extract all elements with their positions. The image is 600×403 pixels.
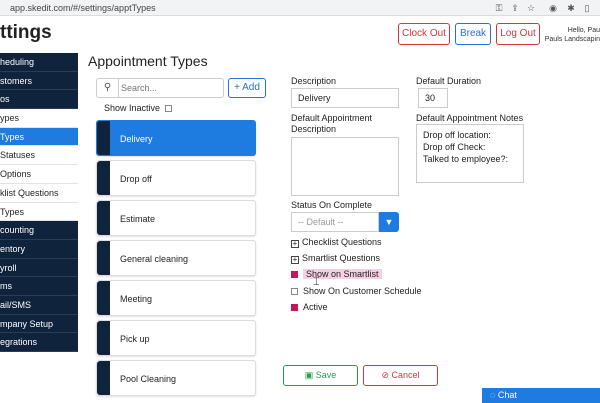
show-on-customer-schedule-label: Show On Customer Schedule [303,286,422,296]
description-label: Description [291,76,337,86]
show-on-customer-schedule-row[interactable]: Show On Customer Schedule [291,286,422,297]
search-box: ⚲ [96,78,224,98]
duration-label: Default Duration [416,76,482,86]
search-input[interactable] [121,81,221,95]
sidebar-item-integrations[interactable]: egrations [0,333,78,352]
puzzle-icon[interactable]: ✱ [566,3,576,13]
sidebar-item-checklist-questions[interactable]: klist Questions [0,183,78,203]
duration-field[interactable]: 30 [418,88,448,108]
sidebar-item-accounting[interactable]: counting [0,221,78,240]
sidepanel-icon[interactable]: ▯ [582,3,592,13]
greeting-name: Hello, Pau [567,27,600,34]
chevron-down-icon[interactable]: ▼ [379,212,399,232]
sidebar-item-scheduling[interactable]: heduling [0,53,78,72]
notes-line: Talked to employee?: [423,154,509,164]
status-on-complete-label: Status On Complete [291,200,373,210]
type-item-drop-off[interactable]: Drop off [96,160,256,196]
sidebar-item-statuses[interactable]: Statuses [0,146,78,166]
show-inactive-toggle[interactable]: Show Inactive [104,103,172,113]
checklist-questions-toggle[interactable]: + Checklist Questions [291,237,382,248]
type-label: Delivery [120,134,153,144]
break-button[interactable]: Break [455,23,491,45]
appointment-description-label: Default Appointment Description [291,113,373,134]
section-title: Appointment Types [88,53,208,69]
type-item-delivery[interactable]: Delivery [96,120,256,156]
active-checkbox[interactable] [291,304,298,311]
type-label: Pool Cleaning [120,374,177,384]
log-out-button[interactable]: Log Out [496,23,540,45]
show-inactive-checkbox[interactable] [164,105,172,113]
user-greeting[interactable]: Hello, Pau Pauls Landscapin [545,26,600,44]
sidebar-item-appointment-types[interactable]: Types [0,127,78,147]
type-label: General cleaning [120,254,189,264]
show-on-smartlist-row[interactable]: Show on Smartlist [291,269,382,280]
save-icon: ▣ [304,370,316,380]
share-icon[interactable]: ⇪ [510,3,520,13]
status-select[interactable]: -- Default -- [291,212,379,232]
browser-address-bar[interactable]: app.skedit.com/#/settings/apptTypes ⚿ ⇪ … [0,0,600,16]
notes-line: Drop off location: [423,130,491,140]
sidebar-item-customers[interactable]: stomers [0,71,78,91]
checklist-questions-label: Checklist Questions [302,237,382,247]
text-cursor-icon: ⌶ [313,276,320,288]
star-icon[interactable]: ☆ [526,3,536,13]
chat-icon: ◌ [490,390,498,400]
plus-icon: + [291,255,299,264]
type-color-bar [97,201,110,235]
show-on-smartlist-checkbox[interactable] [291,271,298,278]
cancel-label: Cancel [391,370,420,380]
type-item-general-cleaning[interactable]: General cleaning [96,240,256,276]
notes-line: Drop off Check: [423,142,486,152]
type-color-bar [97,361,110,395]
appointment-notes-textarea[interactable]: Drop off location: Drop off Check: Talke… [416,124,524,183]
appointment-description-textarea[interactable] [291,137,399,196]
smartlist-questions-label: Smartlist Questions [302,253,381,263]
sidebar-item-job-types[interactable]: ypes [0,109,78,128]
appointment-notes-label: Default Appointment Notes [416,113,524,123]
type-item-pool-cleaning[interactable]: Pool Cleaning [96,360,256,396]
type-color-bar [97,121,110,155]
type-color-bar [97,161,110,195]
description-field[interactable]: Delivery [291,88,399,108]
sidebar-item-email-sms[interactable]: ail/SMS [0,295,78,315]
type-color-bar [97,241,110,275]
chat-button[interactable]: ◌ Chat [482,388,600,403]
sidebar-item-inventory[interactable]: entory [0,239,78,259]
type-label: Meeting [120,294,153,304]
cancel-icon: ⊘ [381,370,392,380]
extension-icon[interactable]: ◉ [548,3,558,13]
type-label: Drop off [120,174,152,184]
settings-sidebar: heduling stomers os ypes Types Statuses … [0,53,78,352]
key-icon[interactable]: ⚿ [494,3,504,13]
type-item-estimate[interactable]: Estimate [96,200,256,236]
type-item-meeting[interactable]: Meeting [96,280,256,316]
search-icon: ⚲ [97,79,119,97]
type-item-pick-up[interactable]: Pick up [96,320,256,356]
sidebar-item-types[interactable]: Types [0,202,78,222]
plus-icon: + [291,239,299,248]
clock-out-button[interactable]: Clock Out [398,23,450,45]
type-label: Pick up [120,334,150,344]
active-row[interactable]: Active [291,302,328,313]
page-title: ttings [0,22,52,43]
add-button[interactable]: + Add [228,78,266,98]
sidebar-item-payroll[interactable]: yroll [0,258,78,278]
type-color-bar [97,281,110,315]
smartlist-questions-toggle[interactable]: + Smartlist Questions [291,253,380,264]
show-on-customer-schedule-checkbox[interactable] [291,288,298,295]
sidebar-item-company-setup[interactable]: mpany Setup [0,314,78,334]
type-label: Estimate [120,214,156,224]
greeting-company: Pauls Landscapin [544,36,600,43]
save-label: Save [315,370,337,380]
url-text[interactable]: app.skedit.com/#/settings/apptTypes [10,0,156,16]
sidebar-item-jobs[interactable]: os [0,90,78,110]
save-button[interactable]: ▣ Save [283,365,358,386]
sidebar-item-forms[interactable]: ms [0,277,78,296]
type-color-bar [97,321,110,355]
active-label: Active [303,302,328,312]
sidebar-item-options[interactable]: Options [0,165,78,184]
show-inactive-label: Show Inactive [104,103,161,113]
cancel-button[interactable]: ⊘ Cancel [363,365,438,386]
chat-label: Chat [497,390,517,400]
